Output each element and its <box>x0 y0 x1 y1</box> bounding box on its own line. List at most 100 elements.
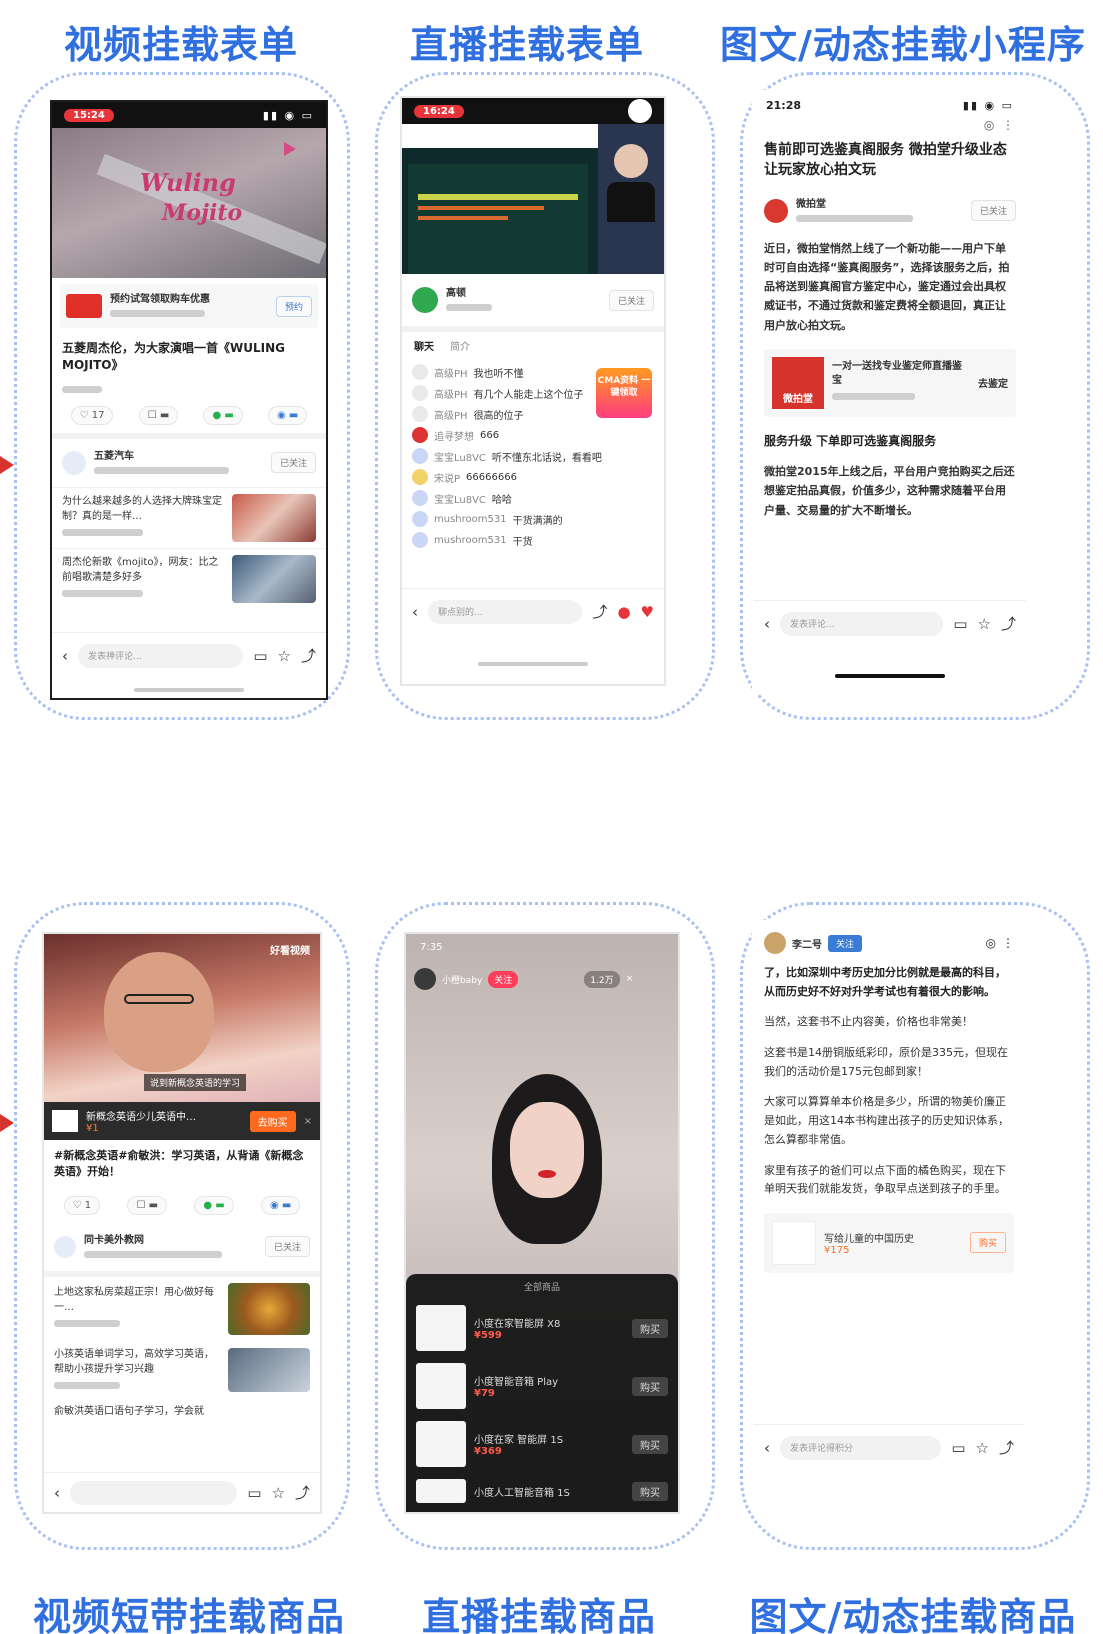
title-live-form: 直播挂载表单 <box>410 23 645 67</box>
live-stream-player[interactable] <box>402 124 664 274</box>
save-button[interactable]: ☐ ▬ <box>138 405 179 425</box>
like-button[interactable]: ♡ 17 <box>70 405 114 425</box>
product-name: 小度在家 智能屏 1S <box>474 1435 564 1446</box>
wechat-share-button[interactable]: ● ▬ <box>194 1195 234 1215</box>
comment-input[interactable]: 发表神评论... <box>78 643 244 668</box>
miniapp-logo: 微拍堂 <box>772 356 824 409</box>
follow-button[interactable]: 已关注 <box>270 452 316 474</box>
goods-buy-button[interactable]: 去购买 <box>249 1110 296 1132</box>
product-price: ¥369 <box>474 1446 502 1457</box>
ad-form-card[interactable]: 预约试驾领取购车优惠 预约 <box>60 284 318 328</box>
author-avatar <box>764 198 788 223</box>
comment-icon[interactable]: ▭ <box>953 615 967 633</box>
author-row[interactable]: 微拍堂 已关注 <box>754 189 1026 233</box>
share-icon[interactable]: ⤴ <box>1001 613 1016 634</box>
like-icon[interactable]: ♥ <box>641 603 654 621</box>
recommend-title: 上地这家私房菜超正宗！用心做好每一… <box>54 1287 214 1314</box>
star-icon[interactable]: ☆ <box>978 615 991 633</box>
wechat-share-button[interactable]: ● ▬ <box>203 405 243 425</box>
title-video-goods: 视频短带挂载商品 <box>32 1595 345 1634</box>
star-icon[interactable]: ☆ <box>278 647 291 665</box>
host-name: 小橙baby <box>442 975 483 986</box>
host-row[interactable]: 高顿 已关注 <box>402 274 664 326</box>
share-icon[interactable]: ⤴ <box>295 1482 310 1503</box>
bottom-toolbar: ‹ ▭ ☆ ⤴ <box>44 1472 320 1512</box>
red-arrow-icon <box>0 456 14 474</box>
ad-form-button[interactable]: 预约 <box>275 295 312 317</box>
comment-input[interactable]: 发表评论... <box>780 611 944 636</box>
back-icon[interactable]: ‹ <box>764 615 770 633</box>
comment-icon[interactable]: ▭ <box>247 1484 261 1502</box>
tab-intro[interactable]: 简介 <box>450 338 470 353</box>
author-row[interactable]: 五菱汽车 已关注 <box>52 432 326 487</box>
phone-live-form: 16:24 高顿 已关注 聊天 简介 CMA资料 一键领取 高级PH 我也听不懂 … <box>400 96 666 686</box>
close-icon[interactable]: × <box>626 974 634 984</box>
comment-input[interactable]: 发表评论得积分 <box>780 1435 942 1460</box>
comment-icon[interactable]: ▭ <box>951 1439 965 1457</box>
author-row[interactable]: 李二号 关注 ◎ ⋮ <box>754 922 1024 964</box>
share-icon[interactable]: ⤴ <box>999 1437 1014 1458</box>
save-button[interactable]: ☐ ▬ <box>127 1195 168 1215</box>
recommend-item[interactable]: 为什么越来越多的人选择大牌珠宝定制？真的是一样… <box>52 486 326 548</box>
close-icon[interactable]: × <box>304 1116 312 1127</box>
more-icon[interactable]: ⋮ <box>1002 936 1014 950</box>
product-item[interactable]: 小度智能音箱 Play ¥79 购买 <box>406 1357 678 1415</box>
product-name: 小度人工智能音箱 1S <box>474 1487 570 1499</box>
comment-icon[interactable]: ▭ <box>253 647 267 665</box>
headset-icon[interactable]: ◎ <box>984 118 994 132</box>
gift-icon[interactable]: ● <box>617 603 630 621</box>
product-buy-button[interactable]: 购买 <box>632 1376 668 1396</box>
user-avatar <box>412 448 428 464</box>
status-time: 7:35 <box>420 942 443 953</box>
title-article-goods: 图文/动态挂载商品 <box>749 1595 1077 1634</box>
tab-chat[interactable]: 聊天 <box>414 338 434 353</box>
chat-input[interactable]: 聊点别的... <box>428 599 583 624</box>
status-bar: 21:28 ▮▮ ◉ ▭ <box>754 92 1026 118</box>
back-icon[interactable]: ‹ <box>412 603 418 621</box>
recommend-item[interactable]: 周杰伦新歌《mojito》，网友：比之前唱歌清楚多好多 <box>52 547 326 609</box>
promo-badge[interactable]: CMA资料 一键领取 <box>596 368 652 418</box>
goods-card[interactable]: 写给儿童的中国历史 ¥175 购买 <box>764 1212 1014 1273</box>
product-item[interactable]: 小度在家智能屏 X8 ¥599 购买 <box>406 1299 678 1357</box>
follow-button[interactable]: 已关注 <box>608 289 654 311</box>
star-icon[interactable]: ☆ <box>976 1439 989 1457</box>
like-button[interactable]: ♡ 1 <box>63 1195 101 1215</box>
follow-button[interactable]: 已关注 <box>264 1236 310 1258</box>
follow-button[interactable]: 已关注 <box>970 200 1016 222</box>
back-icon[interactable]: ‹ <box>54 1484 60 1502</box>
comment-input[interactable] <box>70 1480 238 1505</box>
more-icon[interactable]: ⋮ <box>1002 118 1014 132</box>
share-icon[interactable]: ⤴ <box>301 645 316 666</box>
goods-price: ¥1 <box>86 1123 99 1134</box>
miniapp-button[interactable]: 去鉴定 <box>978 375 1008 390</box>
product-image <box>416 1479 466 1503</box>
author-row[interactable]: 同卡美外教网 已关注 <box>44 1223 320 1277</box>
star-icon[interactable]: ☆ <box>272 1484 285 1502</box>
product-buy-button[interactable]: 购买 <box>632 1318 668 1338</box>
goods-bar[interactable]: 新概念英语少儿英语中… ¥1 去购买 × <box>44 1102 320 1140</box>
user-avatar <box>412 490 428 506</box>
moments-share-button[interactable]: ◉ ▬ <box>268 405 308 425</box>
video-player[interactable]: 好看视频 说到新概念英语的学习 <box>44 934 320 1102</box>
miniapp-card[interactable]: 微拍堂 一对一送找专业鉴定师直播鉴宝 去鉴定 <box>764 348 1016 417</box>
recommend-item[interactable]: 上地这家私房菜超正宗！用心做好每一… <box>44 1277 320 1341</box>
back-icon[interactable]: ‹ <box>62 647 68 665</box>
goods-buy-button[interactable]: 购买 <box>969 1232 1006 1254</box>
product-item[interactable]: 小度在家 智能屏 1S ¥369 购买 <box>406 1415 678 1473</box>
author-name: 同卡美外教网 <box>84 1234 144 1246</box>
back-icon[interactable]: ‹ <box>764 1439 770 1457</box>
product-buy-button[interactable]: 购买 <box>632 1481 668 1501</box>
video-player[interactable]: Wuling Mojito <box>52 128 326 278</box>
product-item[interactable]: 小度人工智能音箱 1S 购买 <box>406 1473 678 1509</box>
signal-icon: ▮▮ ◉ ▭ <box>962 98 1014 112</box>
headset-icon[interactable]: ◎ <box>986 936 996 950</box>
follow-button[interactable]: 关注 <box>828 934 863 952</box>
title-article-miniapp: 图文/动态挂载小程序 <box>720 23 1086 67</box>
share-icon[interactable]: ⤴ <box>592 601 607 622</box>
brand-label: 好看视频 <box>270 946 310 957</box>
product-buy-button[interactable]: 购买 <box>632 1434 668 1454</box>
moments-share-button[interactable]: ◉ ▬ <box>260 1195 301 1215</box>
product-image <box>416 1421 466 1467</box>
follow-button[interactable]: 关注 <box>488 970 519 988</box>
recommend-item[interactable]: 小孩英语单词学习，高效学习英语，帮助小孩提升学习兴趣 <box>44 1341 320 1400</box>
